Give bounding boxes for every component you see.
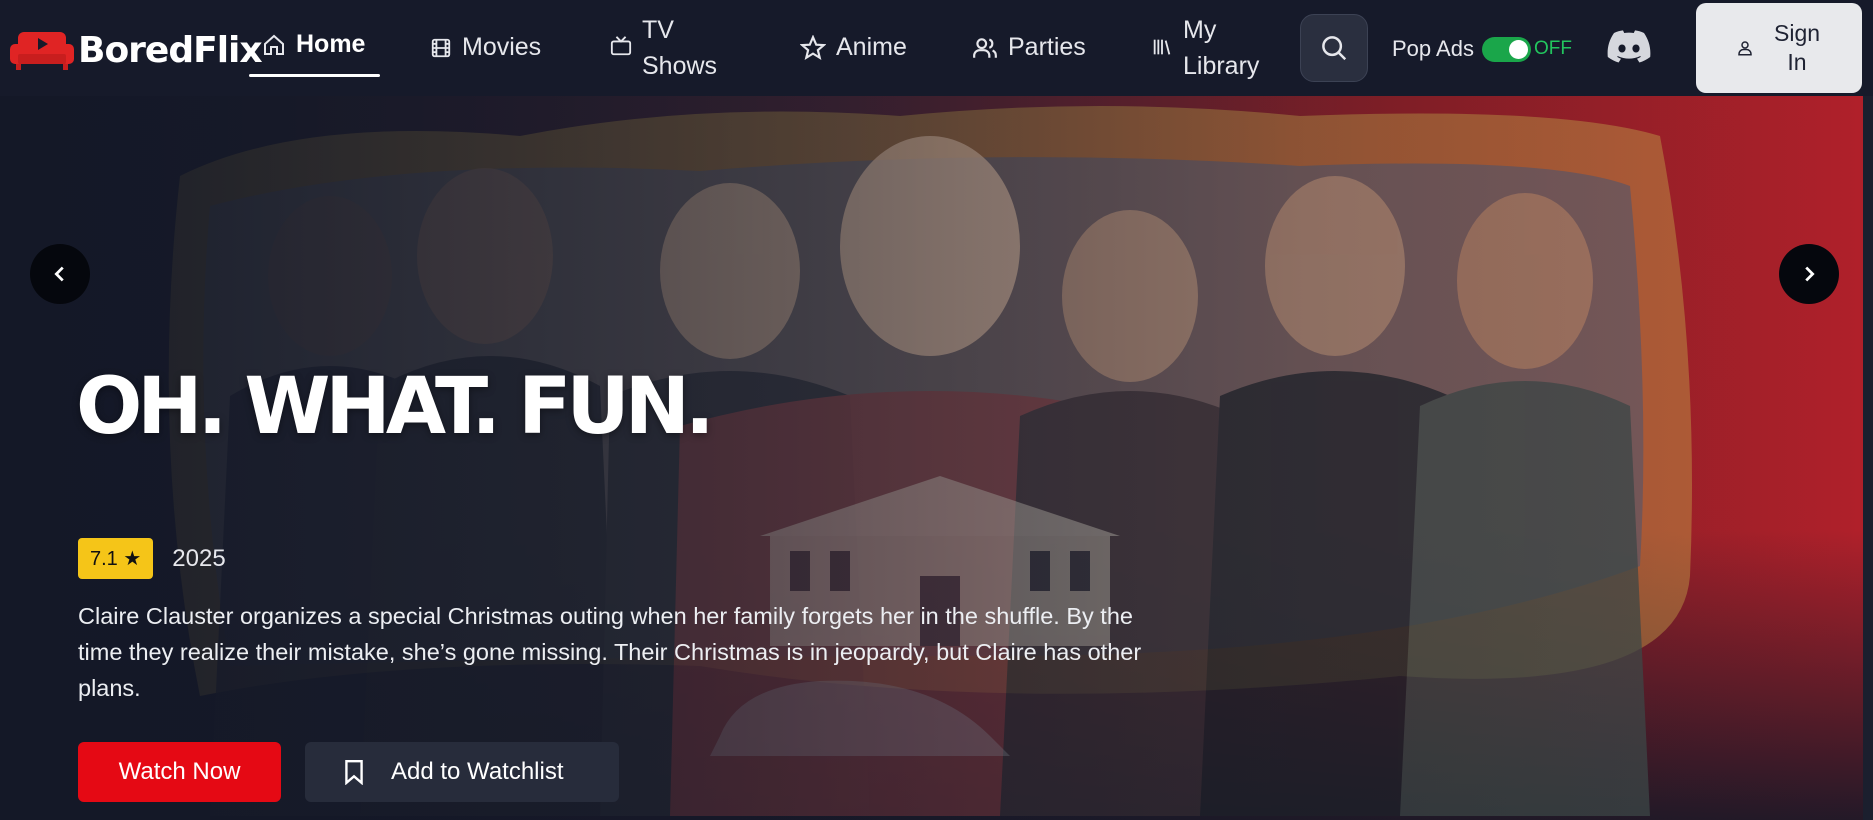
pop-ads-state: OFF	[1533, 38, 1572, 59]
nav-movies[interactable]: Movies	[430, 33, 541, 62]
watch-now-button[interactable]: Watch Now	[78, 742, 281, 802]
bookmark-icon	[345, 759, 363, 785]
film-icon	[431, 38, 451, 57]
add-to-watchlist-button[interactable]: Add to Watchlist	[305, 742, 619, 802]
nav-home-label: Home	[296, 30, 366, 58]
nav-home[interactable]: Home	[262, 30, 365, 59]
nav-library-label: My Library	[1183, 16, 1260, 80]
nav-parties-label: Parties	[1008, 33, 1086, 61]
sign-in-label: Sign In	[1774, 20, 1821, 75]
nav-tv-label: TV Shows	[642, 16, 718, 80]
page-scrollbar[interactable]	[1863, 96, 1873, 820]
user-icon	[1738, 41, 1752, 56]
carousel-prev-button[interactable]	[30, 244, 90, 304]
pop-ads-toggle-group: Pop Ads OFF	[1392, 36, 1572, 62]
pop-ads-toggle[interactable]	[1481, 36, 1531, 62]
rating-badge: 7.1 ★	[78, 538, 154, 579]
hero-title: OH. WHAT. FUN.	[76, 362, 715, 452]
active-tab-indicator	[249, 74, 380, 77]
search-icon	[1322, 36, 1347, 61]
home-icon	[264, 34, 284, 55]
release-year: 2025	[172, 544, 226, 572]
logo[interactable]: BoredFlix	[8, 28, 263, 72]
nav-my-library[interactable]: My Library	[1151, 12, 1259, 84]
discord-icon[interactable]	[1607, 30, 1651, 64]
couch-icon	[10, 32, 74, 70]
carousel-next-button[interactable]	[1779, 244, 1839, 304]
sign-in-button[interactable]: Sign In	[1696, 3, 1862, 93]
library-icon	[1153, 39, 1171, 55]
hero-meta: 7.1 ★ 2025	[78, 538, 226, 579]
pop-ads-label: Pop Ads	[1392, 36, 1474, 61]
nav-anime[interactable]: Anime	[800, 33, 907, 62]
star-icon	[800, 34, 826, 60]
search-button[interactable]	[1300, 14, 1368, 82]
top-navbar: BoredFlix Home Movies TV Shows Anime Part…	[0, 0, 1873, 96]
hero-gradient-overlay	[0, 96, 1863, 820]
nav-tv-shows[interactable]: TV Shows	[610, 12, 717, 84]
users-icon	[973, 37, 997, 58]
hero-description: Claire Clauster organizes a special Chri…	[78, 603, 1142, 701]
nav-anime-label: Anime	[836, 33, 907, 61]
add-to-watchlist-label: Add to Watchlist	[391, 758, 564, 785]
chevron-left-icon	[54, 266, 64, 282]
nav-parties[interactable]: Parties	[972, 33, 1086, 62]
logo-text: BoredFlix	[78, 29, 263, 71]
tv-icon	[610, 36, 632, 56]
nav-movies-label: Movies	[462, 33, 542, 61]
chevron-right-icon	[1805, 266, 1815, 282]
toggle-knob	[1508, 39, 1528, 59]
hero-banner	[0, 96, 1863, 820]
